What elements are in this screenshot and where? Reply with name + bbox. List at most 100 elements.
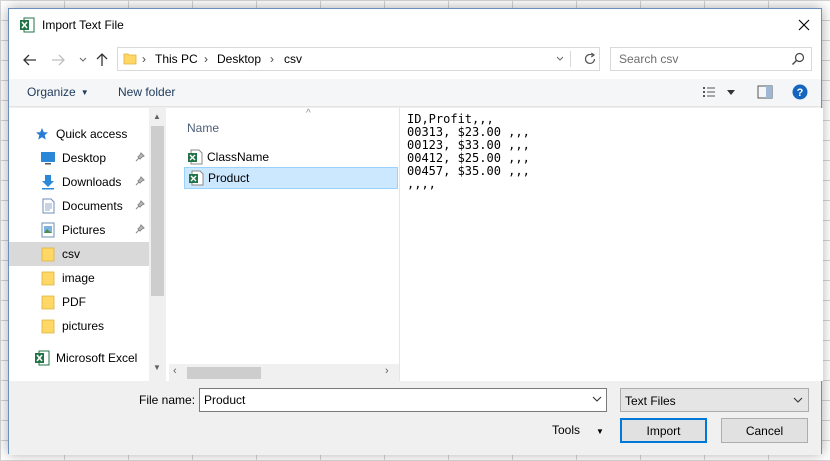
sidebar-item-label: Downloads [62, 175, 122, 189]
sidebar-item-microsoft-excel[interactable]: Microsoft Excel [9, 346, 149, 370]
chevron-down-icon[interactable] [592, 395, 602, 403]
organize-button[interactable]: Organize ▼ [27, 85, 89, 99]
breadcrumb-this-pc[interactable]: This PC [155, 52, 198, 66]
navigation-bar: › This PC › Desktop › csv [9, 40, 821, 79]
preview-pane-icon[interactable] [757, 85, 773, 99]
sidebar-item-quick-access[interactable]: Quick access [9, 122, 149, 146]
close-icon [798, 19, 810, 30]
new-folder-button[interactable]: New folder [118, 85, 175, 99]
organize-label: Organize [27, 85, 76, 99]
forward-button[interactable] [49, 51, 67, 69]
breadcrumb-csv[interactable]: csv [284, 52, 302, 66]
breadcrumb-separator: › [204, 52, 208, 66]
caret-down-icon[interactable]: ▼ [596, 427, 604, 436]
file-list-scrollbar[interactable]: ‹ › [169, 364, 399, 381]
scroll-down-icon[interactable]: ▼ [153, 363, 161, 372]
cancel-button[interactable]: Cancel [721, 418, 808, 443]
file-name-label: File name: [139, 393, 196, 407]
folder-icon [40, 294, 56, 310]
help-icon[interactable]: ? [792, 84, 808, 100]
scroll-left-icon[interactable]: ‹ [173, 365, 177, 377]
title-bar: Import Text File [9, 9, 821, 40]
desktop-icon [40, 150, 56, 166]
sidebar-item-label: Microsoft Excel [56, 351, 138, 365]
back-arrow-icon [23, 54, 36, 66]
sidebar-item-documents[interactable]: Documents [9, 194, 149, 218]
pin-icon [135, 200, 145, 210]
documents-icon [40, 198, 56, 214]
sidebar-item-label: pictures [62, 319, 105, 333]
back-button[interactable] [21, 51, 39, 69]
file-name-combobox[interactable] [199, 388, 607, 412]
breadcrumb-desktop[interactable]: Desktop [217, 52, 261, 66]
up-button[interactable] [93, 51, 111, 69]
bottom-panel: File name: Text Files Tools ▼ Import Can… [9, 381, 821, 455]
sidebar-item-downloads[interactable]: Downloads [9, 170, 149, 194]
sidebar-item-image[interactable]: image [9, 266, 149, 290]
sidebar-item-label: Quick access [56, 127, 128, 141]
search-input[interactable] [611, 48, 786, 70]
file-row-classname[interactable]: ClassName [184, 146, 398, 168]
window-title: Import Text File [42, 18, 124, 32]
sidebar-item-pdf[interactable]: PDF [9, 290, 149, 314]
sidebar-item-label: Pictures [62, 223, 106, 237]
name-column-header[interactable]: Name [187, 121, 219, 135]
import-button[interactable]: Import [620, 418, 707, 443]
divider [570, 51, 571, 67]
sidebar-item-label: image [62, 271, 95, 285]
excel-csv-icon [189, 170, 204, 186]
scroll-right-icon[interactable]: › [385, 365, 389, 377]
chevron-down-icon [79, 57, 87, 62]
navigation-pane-scrollbar[interactable]: ▲ ▼ [149, 108, 166, 381]
close-button[interactable] [787, 9, 821, 40]
forward-arrow-icon [52, 54, 65, 66]
pin-icon [135, 152, 145, 162]
tools-button[interactable]: Tools [552, 423, 580, 437]
folder-icon [40, 246, 56, 262]
sidebar-item-pictures-folder[interactable]: pictures [9, 314, 149, 338]
caret-down-icon[interactable] [727, 90, 735, 95]
file-name: Product [208, 171, 250, 185]
folder-icon [123, 53, 137, 65]
navigation-pane: Quick access Desktop Downloads Documents… [9, 108, 149, 381]
refresh-icon[interactable] [583, 52, 597, 66]
scrollbar-thumb[interactable] [151, 126, 164, 296]
folder-icon [40, 318, 56, 334]
svg-text:?: ? [797, 87, 804, 99]
file-name-input[interactable] [200, 389, 585, 411]
excel-icon [20, 17, 35, 33]
content-area: Quick access Desktop Downloads Documents… [9, 108, 823, 381]
up-arrow-icon [96, 53, 108, 66]
sidebar-item-pictures[interactable]: Pictures [9, 218, 149, 242]
file-type-select[interactable]: Text Files [620, 388, 809, 412]
excel-csv-icon [188, 149, 203, 165]
chevron-down-icon [793, 397, 803, 403]
pin-icon [135, 176, 145, 186]
preview-pane: ID,Profit,,, 00313, $23.00 ,,, 00123, $3… [399, 108, 823, 381]
sidebar-item-label: csv [62, 247, 80, 261]
star-icon [34, 126, 50, 142]
sidebar-item-csv[interactable]: csv [9, 242, 149, 266]
chevron-down-icon[interactable] [556, 56, 564, 62]
import-text-file-dialog: Import Text File › This PC › Desktop › c… [8, 8, 823, 455]
sort-ascending-icon: ^ [306, 108, 311, 119]
recent-locations-button[interactable] [74, 51, 92, 69]
sidebar-item-label: Documents [62, 199, 123, 213]
scrollbar-thumb[interactable] [187, 367, 261, 379]
breadcrumb-separator: › [142, 52, 146, 66]
sidebar-item-desktop[interactable]: Desktop [9, 146, 149, 170]
view-options-icon[interactable] [702, 85, 718, 99]
breadcrumb-separator: › [270, 52, 274, 66]
download-icon [40, 174, 56, 190]
address-bar[interactable]: › This PC › Desktop › csv [117, 47, 600, 71]
search-box[interactable] [610, 47, 812, 71]
sidebar-item-label: Desktop [62, 151, 107, 165]
file-list: ^ Name ClassName Product [169, 108, 399, 364]
search-icon[interactable] [791, 52, 805, 66]
file-row-product[interactable]: Product [184, 167, 398, 189]
caret-down-icon: ▼ [80, 88, 89, 97]
file-name: ClassName [207, 150, 270, 164]
scroll-up-icon[interactable]: ▲ [153, 112, 161, 121]
file-type-value: Text Files [625, 394, 676, 408]
command-toolbar: Organize ▼ New folder ? [9, 79, 821, 107]
